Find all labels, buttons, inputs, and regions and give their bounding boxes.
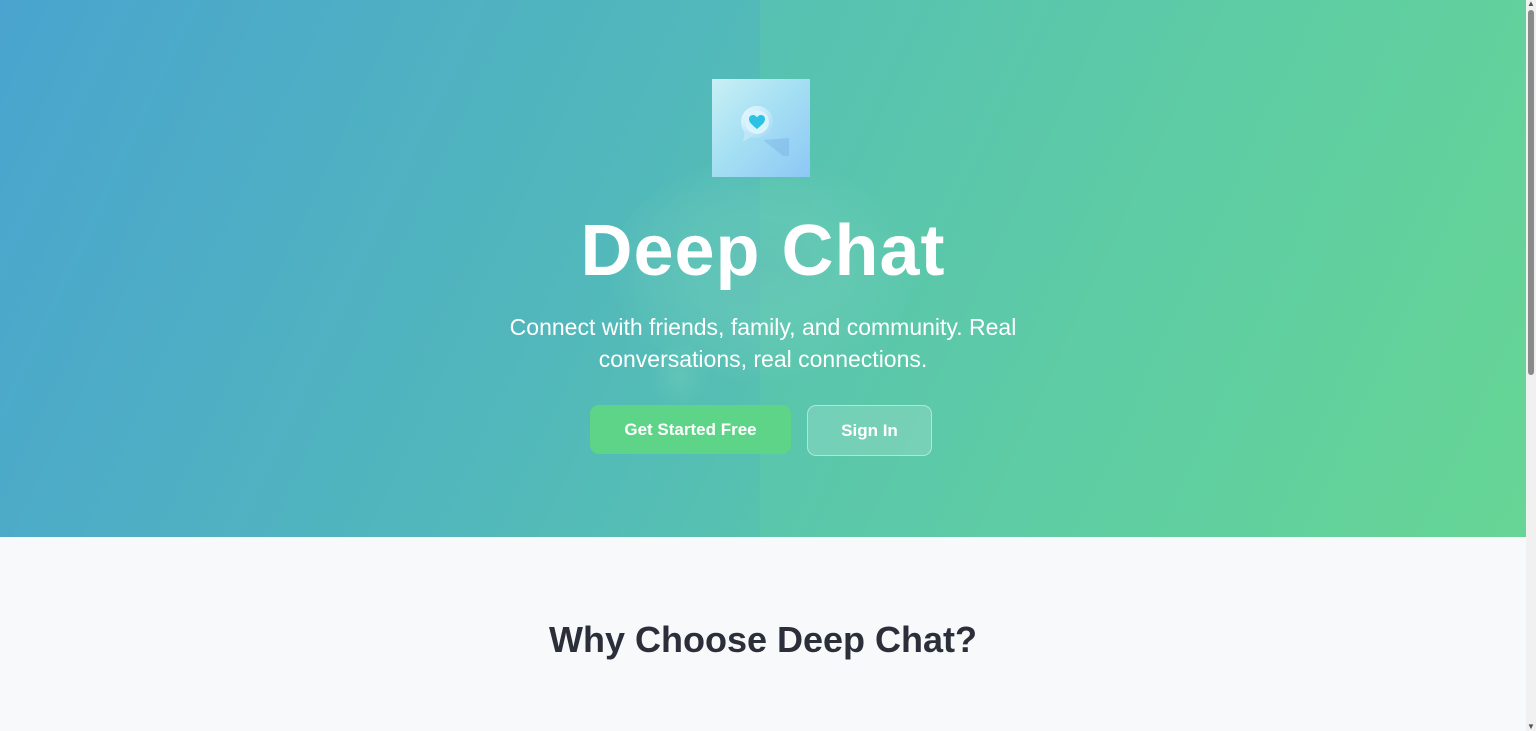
scrollbar-thumb[interactable] — [1528, 10, 1534, 375]
get-started-button[interactable]: Get Started Free — [590, 405, 791, 454]
features-title: Why Choose Deep Chat? — [548, 619, 978, 660]
scroll-down-arrow-icon[interactable]: ▼ — [1527, 723, 1535, 731]
chat-heart-icon — [741, 106, 789, 156]
hero-title: Deep Chat — [580, 211, 946, 291]
landing-page: Deep Chat Connect with friends, family, … — [0, 0, 1536, 731]
hero-section: Deep Chat Connect with friends, family, … — [0, 0, 1526, 537]
app-logo — [712, 79, 810, 177]
hero-subtitle: Connect with friends, family, and commun… — [509, 314, 1017, 372]
scroll-up-arrow-icon[interactable]: ▲ — [1527, 0, 1535, 8]
vertical-scrollbar[interactable]: ▲ ▼ — [1526, 0, 1536, 731]
sign-in-button[interactable]: Sign In — [807, 405, 932, 456]
